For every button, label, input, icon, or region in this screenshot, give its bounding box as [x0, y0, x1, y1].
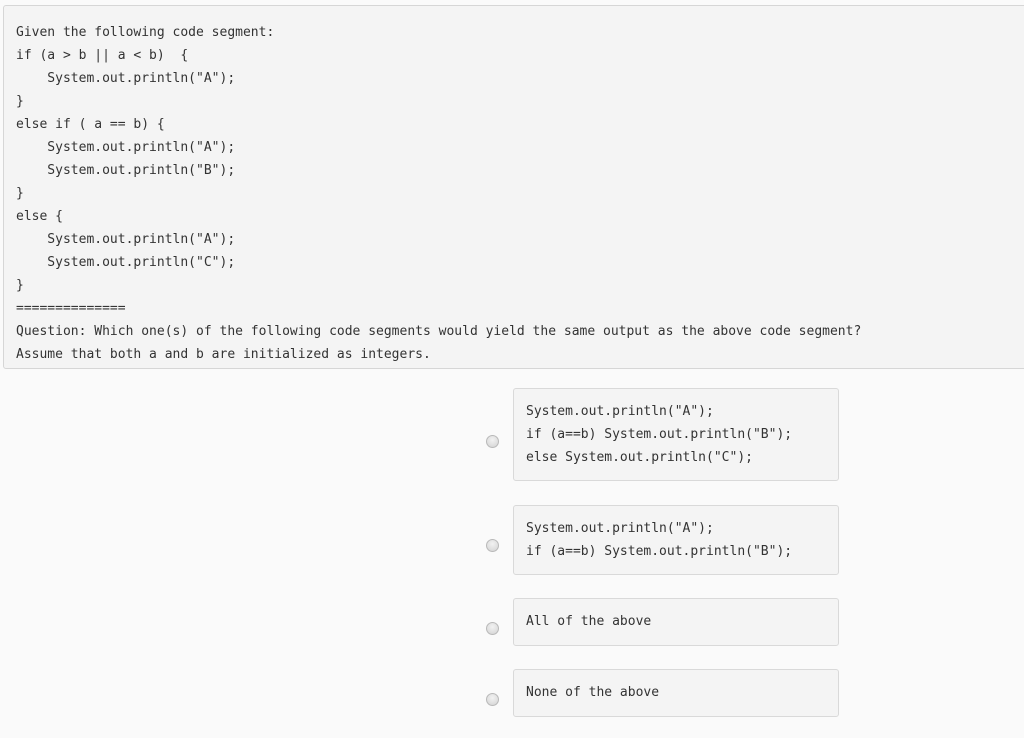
question-line: System.out.println("A"); [16, 140, 236, 155]
question-line: System.out.println("A"); [16, 71, 236, 86]
question-line: else { [16, 209, 63, 224]
question-panel: Given the following code segment: if (a … [3, 5, 1024, 369]
option-1-box[interactable]: System.out.println("A"); if (a==b) Syste… [513, 388, 839, 481]
option-4-box[interactable]: None of the above [513, 669, 839, 717]
question-assumption: Assume that both a and b are initialized… [16, 347, 431, 362]
radio-button-option-4[interactable] [486, 693, 499, 706]
radio-button-option-1[interactable] [486, 435, 499, 448]
question-line: System.out.println("A"); [16, 232, 236, 247]
question-line: } [16, 186, 24, 201]
question-separator: ============== [16, 301, 126, 316]
question-line: Given the following code segment: [16, 25, 275, 40]
question-line: } [16, 94, 24, 109]
option-label: None of the above [526, 685, 660, 700]
option-code-line: if (a==b) System.out.println("B"); [526, 544, 793, 559]
question-line: } [16, 278, 24, 293]
option-3-box[interactable]: All of the above [513, 598, 839, 646]
option-code-line: else System.out.println("C"); [526, 450, 753, 465]
question-prompt: Question: Which one(s) of the following … [16, 324, 862, 339]
option-label: All of the above [526, 614, 652, 629]
question-line: System.out.println("C"); [16, 255, 236, 270]
option-code-line: System.out.println("A"); [526, 404, 714, 419]
option-2-box[interactable]: System.out.println("A"); if (a==b) Syste… [513, 505, 839, 575]
option-code-line: System.out.println("A"); [526, 521, 714, 536]
radio-button-option-3[interactable] [486, 622, 499, 635]
question-line: if (a > b || a < b) { [16, 48, 189, 63]
radio-button-option-2[interactable] [486, 539, 499, 552]
option-code-line: if (a==b) System.out.println("B"); [526, 427, 793, 442]
question-line: System.out.println("B"); [16, 163, 236, 178]
question-line: else if ( a == b) { [16, 117, 165, 132]
